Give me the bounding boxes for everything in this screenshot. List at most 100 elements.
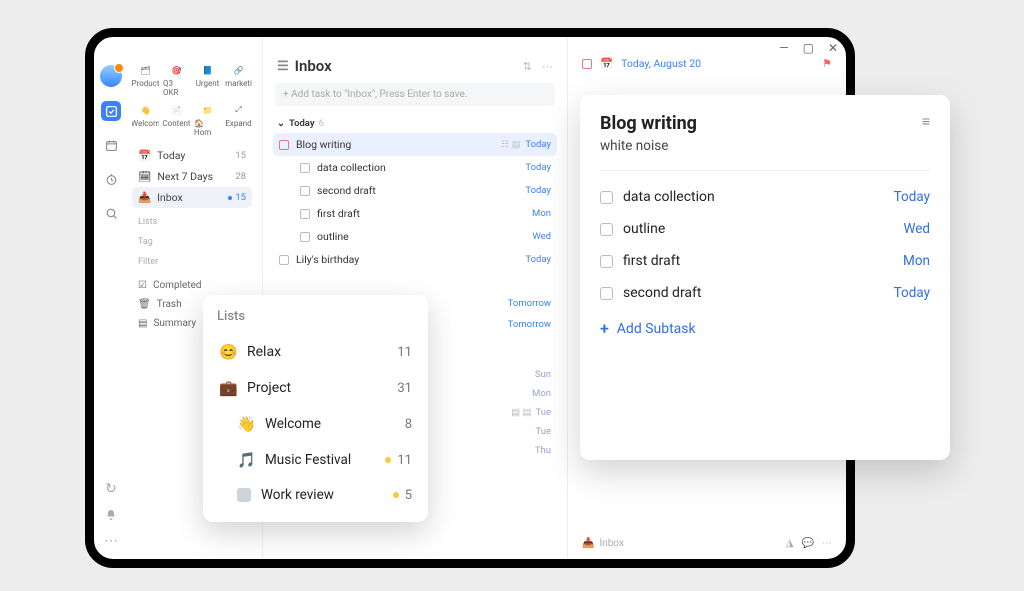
list-label: Welcome [265, 416, 321, 432]
task-title[interactable]: Blog writing [600, 113, 697, 134]
menu-icon[interactable]: ☰ [277, 59, 289, 74]
list-count: 11 [397, 345, 412, 360]
subtask-label: data collection [623, 189, 715, 205]
list-label: Project [247, 380, 291, 396]
list-label: Relax [247, 344, 281, 360]
list-count: 11 [397, 453, 412, 468]
add-task-input[interactable]: + Add task to "Inbox", Press Enter to sa… [275, 83, 555, 106]
pinned-content[interactable]: 📄Content [163, 103, 190, 137]
sidebar-item-completed[interactable]: ☑Completed [132, 276, 252, 295]
pinned-row-2: 👋Welcom 📄Content 📁🏠 Hom ⤢Expand [132, 103, 252, 137]
chevron-down-icon: ⌄ [277, 118, 285, 129]
tasks-icon[interactable] [101, 101, 121, 121]
link-icon: 🔗 [232, 63, 246, 77]
checkbox-icon[interactable] [300, 163, 310, 173]
more-icon[interactable]: ⋯ [104, 533, 118, 549]
comment-icon[interactable]: 💬 [802, 538, 814, 549]
more-icon[interactable]: ⋯ [542, 60, 553, 73]
avatar[interactable] [100, 65, 122, 87]
subtask-icon: ☷ [501, 140, 509, 150]
task-row[interactable]: Blog writing☷▤Today [273, 133, 557, 156]
folder-icon: 📁 [201, 103, 215, 117]
subtask-due: Today [894, 189, 930, 205]
dot-icon [393, 492, 399, 498]
section-filter[interactable]: Filter [132, 250, 252, 270]
checkbox-icon[interactable] [300, 209, 310, 219]
checkbox-icon[interactable] [600, 223, 613, 236]
subtask-due: Wed [903, 221, 930, 237]
pinned-row-1: 🗂Product 🎯Q3 OKR 📘Urgent 🔗marketi [132, 63, 252, 97]
add-subtask-button[interactable]: + Add Subtask [600, 309, 930, 348]
left-rail: ↻ ⋯ [94, 37, 128, 559]
checkbox-icon[interactable] [600, 287, 613, 300]
list-item[interactable]: 💼Project31 [217, 370, 414, 406]
list-item[interactable]: 😊Relax11 [217, 334, 414, 370]
list-label: Music Festival [265, 452, 351, 468]
task-note[interactable]: white noise [600, 138, 930, 154]
task-checkbox[interactable] [582, 59, 592, 69]
pinned-welcome[interactable]: 👋Welcom [132, 103, 159, 137]
more-icon[interactable]: ⋯ [822, 538, 832, 549]
flag-icon[interactable]: ⚑ [822, 57, 832, 70]
checkbox-icon[interactable] [279, 255, 289, 265]
list-icon [237, 488, 251, 502]
lists-popover: Lists 😊Relax11💼Project31👋Welcome8🎵Music … [203, 295, 428, 522]
sidebar-item-next7[interactable]: 🗓Next 7 Days 28 [132, 166, 252, 187]
subtask-row[interactable]: data collection Today [600, 181, 930, 213]
inbox-icon: 📥 [582, 538, 594, 549]
priority-icon[interactable]: ◮ [786, 538, 794, 549]
list-icon: 👋 [237, 415, 255, 433]
sync-icon[interactable]: ↻ [105, 481, 117, 497]
subtask-label: first draft [623, 253, 680, 269]
plus-icon: + [600, 319, 609, 338]
subtask-row[interactable]: second draftToday [600, 277, 930, 309]
pinned-okr[interactable]: 🎯Q3 OKR [163, 63, 190, 97]
pomo-icon[interactable] [101, 169, 121, 189]
section-lists[interactable]: Lists [132, 210, 252, 230]
group-today[interactable]: ⌄ Today 6 [273, 114, 557, 133]
pinned-product[interactable]: 🗂Product [132, 63, 159, 97]
list-item[interactable]: 🎵 Music Festival 11 [217, 442, 414, 478]
task-due: Today [525, 185, 551, 196]
pinned-expand[interactable]: ⤢Expand [225, 103, 252, 137]
checkbox-icon[interactable] [300, 186, 310, 196]
calendar-icon[interactable] [101, 135, 121, 155]
checkbox-icon[interactable] [600, 191, 613, 204]
task-row[interactable]: outlineWed [273, 225, 557, 248]
pinned-marketing[interactable]: 🔗marketi [225, 63, 252, 97]
subtask-row[interactable]: outline Wed [600, 213, 930, 245]
pinned-urgent[interactable]: 📘Urgent [194, 63, 221, 97]
checkbox-icon[interactable] [279, 140, 289, 150]
sort-icon[interactable]: ⇅ [523, 60, 532, 73]
detail-menu-icon[interactable]: ≡ [922, 113, 930, 130]
search-icon[interactable] [101, 203, 121, 223]
folder-icon: 🗂 [139, 63, 153, 77]
sidebar-item-today[interactable]: 📅Today 15 [132, 145, 252, 166]
pinned-home[interactable]: 📁🏠 Hom [194, 103, 221, 137]
task-row[interactable]: data collectionToday [273, 156, 557, 179]
task-title: data collection [317, 161, 386, 174]
detail-date[interactable]: Today, August 20 [621, 57, 701, 70]
subtask-label: outline [623, 221, 665, 237]
list-icon: 🎵 [237, 451, 255, 469]
book-icon: 📘 [201, 63, 215, 77]
calendar-icon: 📅 [600, 57, 613, 70]
section-tag[interactable]: Tag [132, 230, 252, 250]
notification-icon[interactable] [105, 509, 117, 521]
checkbox-icon[interactable] [600, 255, 613, 268]
checkbox-icon[interactable] [300, 232, 310, 242]
target-icon: 🎯 [170, 63, 184, 77]
task-row[interactable]: second draftToday [273, 179, 557, 202]
task-title: Lily's birthday [296, 253, 359, 266]
sidebar-item-inbox[interactable]: 📥Inbox 15 [132, 187, 252, 208]
subtask-row[interactable]: first draftMon [600, 245, 930, 277]
task-due: Mon [532, 208, 551, 219]
lists-heading: Lists [217, 309, 414, 324]
list-item[interactable]: Work review5 [217, 478, 414, 512]
detail-location[interactable]: Inbox [599, 538, 623, 549]
list-icon: 💼 [219, 379, 237, 397]
task-title: outline [317, 230, 349, 243]
task-row[interactable]: first draftMon [273, 202, 557, 225]
task-row[interactable]: Lily's birthdayToday [273, 248, 557, 271]
list-item[interactable]: 👋Welcome8 [217, 406, 414, 442]
